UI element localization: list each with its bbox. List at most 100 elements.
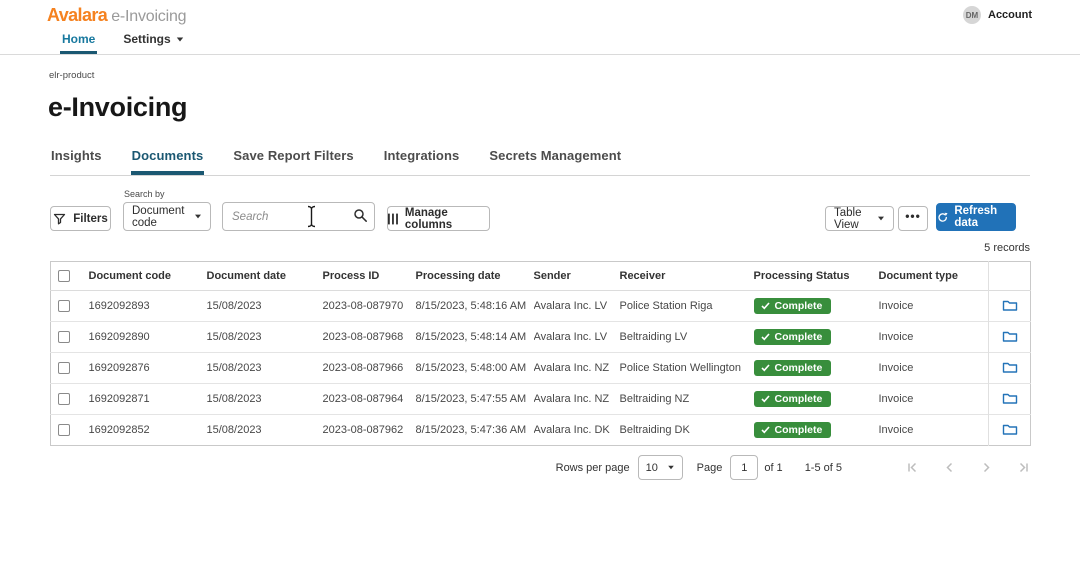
search-field-wrap bbox=[222, 202, 375, 231]
col-receiver[interactable]: Receiver bbox=[620, 262, 754, 291]
chevron-left-icon[interactable] bbox=[943, 461, 956, 474]
open-document-button[interactable] bbox=[989, 322, 1031, 353]
table-row: 1692092876 15/08/2023 2023-08-087966 8/1… bbox=[51, 353, 1031, 384]
table-header-row: Document code Document date Process ID P… bbox=[51, 262, 1031, 291]
cell-receiver: Beltraiding NZ bbox=[620, 384, 754, 415]
cell-document-date: 15/08/2023 bbox=[207, 384, 323, 415]
open-document-button[interactable] bbox=[989, 415, 1031, 446]
check-icon bbox=[761, 426, 770, 434]
pagination-bar: Rows per page 10 Page of 1 1-5 of 5 bbox=[50, 455, 1030, 480]
table-view-value: Table View bbox=[834, 207, 877, 231]
col-sender[interactable]: Sender bbox=[534, 262, 620, 291]
status-badge: Complete bbox=[754, 329, 832, 346]
row-checkbox[interactable] bbox=[58, 362, 70, 374]
cell-process-id: 2023-08-087970 bbox=[323, 291, 416, 322]
manage-columns-button[interactable]: Manage columns bbox=[387, 206, 490, 231]
tab-insights[interactable]: Insights bbox=[50, 148, 103, 175]
folder-icon bbox=[1002, 422, 1018, 436]
columns-icon bbox=[388, 213, 398, 225]
chevron-right-icon[interactable] bbox=[980, 461, 993, 474]
tab-secrets-management[interactable]: Secrets Management bbox=[488, 148, 622, 175]
tab-documents[interactable]: Documents bbox=[131, 148, 205, 175]
open-document-button[interactable] bbox=[989, 291, 1031, 322]
cell-document-type: Invoice bbox=[879, 384, 989, 415]
check-icon bbox=[761, 395, 770, 403]
records-count: 5 records bbox=[50, 242, 1030, 254]
table-row: 1692092890 15/08/2023 2023-08-087968 8/1… bbox=[51, 322, 1031, 353]
cell-processing-date: 8/15/2023, 5:48:00 AM bbox=[416, 353, 534, 384]
status-badge: Complete bbox=[754, 298, 832, 315]
rows-per-page-select[interactable]: 10 bbox=[638, 455, 683, 480]
documents-table: Document code Document date Process ID P… bbox=[50, 261, 1031, 446]
col-process-id[interactable]: Process ID bbox=[323, 262, 416, 291]
nav-settings-label: Settings bbox=[123, 32, 170, 46]
cell-sender: Avalara Inc. LV bbox=[534, 322, 620, 353]
folder-icon bbox=[1002, 360, 1018, 374]
more-actions-button[interactable]: ••• bbox=[898, 206, 928, 231]
avatar[interactable]: DM bbox=[963, 6, 981, 24]
table-view-dropdown[interactable]: Table View bbox=[825, 206, 894, 231]
logo-product-text: e-Invoicing bbox=[111, 8, 186, 26]
refresh-data-button[interactable]: Refresh data bbox=[936, 203, 1016, 231]
tab-integrations[interactable]: Integrations bbox=[383, 148, 461, 175]
breadcrumb: elr-product bbox=[49, 70, 1080, 81]
cell-document-type: Invoice bbox=[879, 415, 989, 446]
cell-sender: Avalara Inc. LV bbox=[534, 291, 620, 322]
cell-process-id: 2023-08-087968 bbox=[323, 322, 416, 353]
open-document-button[interactable] bbox=[989, 353, 1031, 384]
refresh-label: Refresh data bbox=[954, 205, 1015, 229]
check-icon bbox=[761, 364, 770, 372]
cell-sender: Avalara Inc. NZ bbox=[534, 384, 620, 415]
filters-label: Filters bbox=[73, 213, 108, 225]
last-page-icon[interactable] bbox=[1017, 461, 1030, 474]
page-number-input[interactable] bbox=[730, 455, 758, 480]
col-actions bbox=[989, 262, 1031, 291]
filters-button[interactable]: Filters bbox=[50, 206, 111, 231]
col-processing-date[interactable]: Processing date bbox=[416, 262, 534, 291]
cell-sender: Avalara Inc. DK bbox=[534, 415, 620, 446]
col-document-type[interactable]: Document type bbox=[879, 262, 989, 291]
search-icon[interactable] bbox=[353, 208, 368, 228]
folder-icon bbox=[1002, 298, 1018, 312]
cell-document-code: 1692092893 bbox=[89, 291, 207, 322]
cell-process-id: 2023-08-087962 bbox=[323, 415, 416, 446]
cell-receiver: Beltraiding DK bbox=[620, 415, 754, 446]
cell-process-id: 2023-08-087966 bbox=[323, 353, 416, 384]
account-menu[interactable]: DM Account bbox=[963, 6, 1032, 24]
nav-home-label: Home bbox=[62, 32, 95, 46]
cell-document-code: 1692092890 bbox=[89, 322, 207, 353]
tab-save-report-filters[interactable]: Save Report Filters bbox=[232, 148, 354, 175]
col-processing-status[interactable]: Processing Status bbox=[754, 262, 879, 291]
nav-item-home[interactable]: Home bbox=[60, 28, 97, 54]
status-badge: Complete bbox=[754, 360, 832, 377]
text-cursor-icon bbox=[306, 205, 317, 233]
cell-processing-date: 8/15/2023, 5:47:36 AM bbox=[416, 415, 534, 446]
col-document-code[interactable]: Document code bbox=[89, 262, 207, 291]
first-page-icon[interactable] bbox=[906, 461, 919, 474]
select-all-checkbox[interactable] bbox=[58, 270, 70, 282]
cell-document-code: 1692092876 bbox=[89, 353, 207, 384]
table-row: 1692092852 15/08/2023 2023-08-087962 8/1… bbox=[51, 415, 1031, 446]
cell-receiver: Police Station Riga bbox=[620, 291, 754, 322]
row-checkbox[interactable] bbox=[58, 331, 70, 343]
app-header: Avalara e-Invoicing DM Account bbox=[0, 0, 1080, 26]
search-by-dropdown[interactable]: Document code bbox=[123, 202, 211, 231]
ellipsis-icon: ••• bbox=[905, 209, 921, 223]
main-nav: Home Settings bbox=[0, 28, 1080, 55]
row-checkbox[interactable] bbox=[58, 300, 70, 312]
cell-document-date: 15/08/2023 bbox=[207, 291, 323, 322]
status-badge: Complete bbox=[754, 391, 832, 408]
table-row: 1692092871 15/08/2023 2023-08-087964 8/1… bbox=[51, 384, 1031, 415]
rows-per-page-value: 10 bbox=[646, 462, 658, 474]
open-document-button[interactable] bbox=[989, 384, 1031, 415]
cell-sender: Avalara Inc. NZ bbox=[534, 353, 620, 384]
cell-receiver: Beltraiding LV bbox=[620, 322, 754, 353]
caret-down-icon bbox=[195, 215, 201, 219]
row-checkbox[interactable] bbox=[58, 393, 70, 405]
col-document-date[interactable]: Document date bbox=[207, 262, 323, 291]
cell-document-code: 1692092871 bbox=[89, 384, 207, 415]
page-label: Page bbox=[697, 462, 723, 474]
row-checkbox[interactable] bbox=[58, 424, 70, 436]
nav-item-settings[interactable]: Settings bbox=[121, 28, 185, 54]
cell-document-type: Invoice bbox=[879, 322, 989, 353]
